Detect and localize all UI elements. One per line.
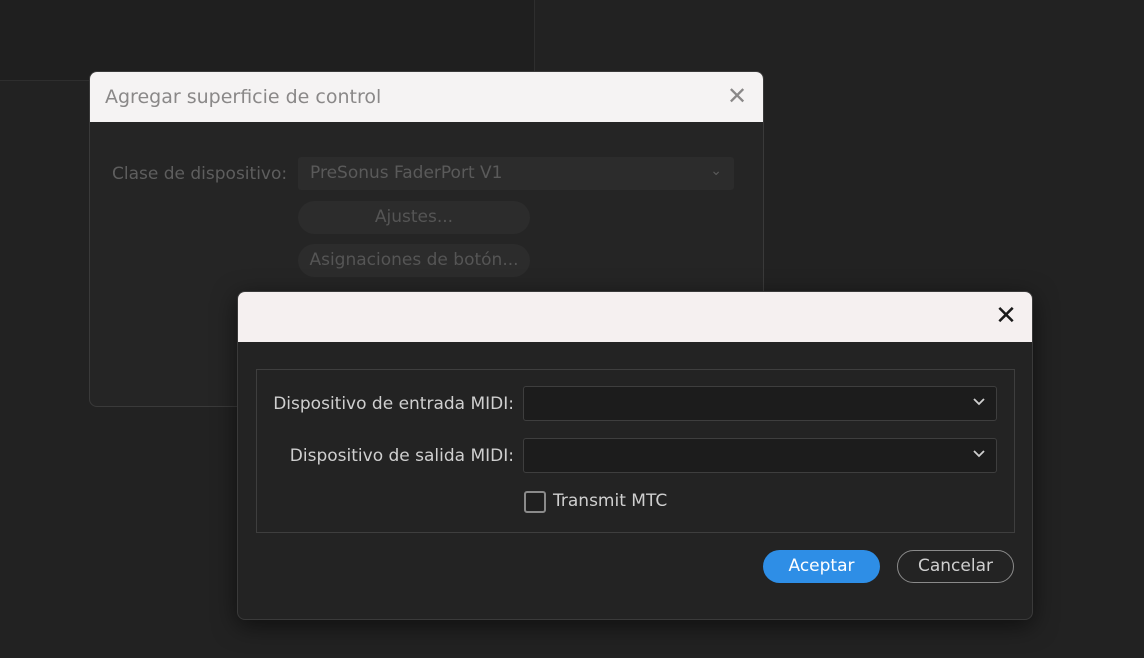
chevron-down-icon: ⌄ <box>710 163 722 179</box>
transmit-mtc-checkbox[interactable] <box>524 491 546 513</box>
midi-output-select[interactable] <box>523 438 997 473</box>
transmit-mtc-label[interactable]: Transmit MTC <box>553 491 667 511</box>
device-class-value: PreSonus FaderPort V1 <box>310 163 503 183</box>
midi-output-label: Dispositivo de salida MIDI: <box>289 446 514 466</box>
device-class-select[interactable]: PreSonus FaderPort V1 ⌄ <box>298 157 734 190</box>
chevron-down-icon <box>973 450 985 458</box>
dialog-title: Agregar superficie de control <box>105 86 382 108</box>
chevron-down-icon <box>973 398 985 406</box>
settings-button[interactable]: Ajustes... <box>298 201 530 234</box>
dialog-titlebar: Agregar superficie de control ✕ <box>90 72 763 122</box>
dialog-titlebar: ✕ <box>238 292 1032 342</box>
button-assignments-button[interactable]: Asignaciones de botón... <box>298 244 530 277</box>
close-icon[interactable]: ✕ <box>725 82 749 110</box>
midi-settings-dialog: ✕ Dispositivo de entrada MIDI: Dispositi… <box>237 291 1033 620</box>
background-panel <box>0 0 535 81</box>
midi-input-select[interactable] <box>523 386 997 421</box>
device-class-label: Clase de dispositivo: <box>112 164 288 184</box>
midi-input-label: Dispositivo de entrada MIDI: <box>273 394 514 414</box>
close-icon[interactable]: ✕ <box>992 301 1020 331</box>
cancel-button[interactable]: Cancelar <box>897 550 1014 583</box>
ok-button[interactable]: Aceptar <box>763 550 880 583</box>
